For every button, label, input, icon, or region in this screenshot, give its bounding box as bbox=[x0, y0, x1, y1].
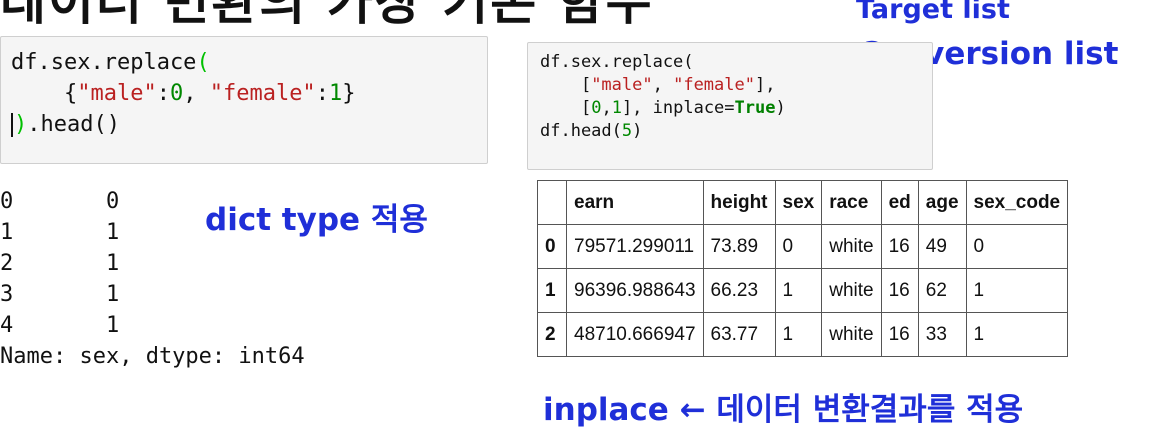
column-header: height bbox=[702, 180, 776, 225]
dict-type-label: dict type 적용 bbox=[205, 202, 428, 238]
table-cell: 73.89 bbox=[702, 224, 776, 269]
table-cell: white bbox=[821, 268, 882, 313]
column-header: ed bbox=[880, 180, 919, 225]
series-row: 21 bbox=[0, 248, 305, 279]
series-index: 3 bbox=[0, 282, 14, 307]
code-cell-right[interactable]: df.sex.replace( ["male", "female"], [0,1… bbox=[527, 42, 933, 170]
column-header: sex bbox=[774, 180, 823, 225]
table-cell: 0 bbox=[774, 224, 823, 269]
series-value: 1 bbox=[106, 313, 120, 338]
table-cell: 96396.988643 bbox=[566, 268, 704, 313]
table-row: 1 96396.988643 66.23 1 white 16 62 1 bbox=[537, 268, 1069, 313]
table-cell: 1 bbox=[965, 268, 1069, 313]
series-index: 0 bbox=[0, 189, 14, 214]
table-cell: 16 bbox=[880, 312, 919, 357]
row-index: 1 bbox=[537, 268, 567, 313]
table-header-row: earn height sex race ed age sex_code bbox=[537, 180, 1069, 225]
code-line-r4: df.head(5) bbox=[540, 121, 643, 141]
series-index: 1 bbox=[0, 220, 14, 245]
column-header: earn bbox=[566, 180, 704, 225]
series-row: 31 bbox=[0, 279, 305, 310]
series-value: 1 bbox=[106, 282, 120, 307]
table-row: 2 48710.666947 63.77 1 white 16 33 1 bbox=[537, 312, 1069, 357]
table-cell: 16 bbox=[880, 268, 919, 313]
series-value: 1 bbox=[106, 251, 120, 276]
series-value: 1 bbox=[106, 220, 120, 245]
code-line-r1: df.sex.replace( bbox=[540, 52, 694, 72]
table-cell: 1 bbox=[774, 312, 823, 357]
series-index: 4 bbox=[0, 313, 14, 338]
code-cell-left[interactable]: df.sex.replace( {"male":0, "female":1} )… bbox=[0, 36, 488, 164]
table-cell: 63.77 bbox=[702, 312, 776, 357]
column-header bbox=[537, 180, 567, 225]
text-cursor bbox=[11, 113, 13, 137]
code-line-3: ).head() bbox=[11, 112, 120, 137]
column-header: age bbox=[917, 180, 967, 225]
table-cell: 1 bbox=[774, 268, 823, 313]
table-cell: 33 bbox=[917, 312, 967, 357]
slide-title: 데이터 변환의 가장 기본 함수 bbox=[0, 0, 654, 31]
inplace-note: inplace ← 데이터 변환결과를 적용 bbox=[543, 392, 1024, 428]
table-row: 0 79571.299011 73.89 0 white 16 49 0 bbox=[537, 224, 1069, 269]
table-cell: 16 bbox=[880, 224, 919, 269]
column-header: sex_code bbox=[965, 180, 1069, 225]
table-cell: 1 bbox=[965, 312, 1069, 357]
column-header: race bbox=[821, 180, 882, 225]
table-cell: 62 bbox=[917, 268, 967, 313]
table-cell: 66.23 bbox=[702, 268, 776, 313]
table-cell: white bbox=[821, 224, 882, 269]
series-row: 41 bbox=[0, 310, 305, 341]
table-cell: white bbox=[821, 312, 882, 357]
series-value: 0 bbox=[106, 189, 120, 214]
code-line-r2: ["male", "female"], bbox=[540, 75, 776, 95]
series-index: 2 bbox=[0, 251, 14, 276]
series-footer: Name: sex, dtype: int64 bbox=[0, 344, 305, 369]
table-cell: 49 bbox=[917, 224, 967, 269]
code-line-2: {"male":0, "female":1} bbox=[63, 81, 356, 106]
table-cell: 48710.666947 bbox=[566, 312, 704, 357]
code-line-1: df.sex.replace( bbox=[11, 50, 210, 75]
target-list-label: Target list bbox=[856, 0, 1010, 25]
table-cell: 79571.299011 bbox=[566, 224, 704, 269]
row-index: 0 bbox=[537, 224, 567, 269]
table-cell: 0 bbox=[965, 224, 1069, 269]
code-line-r3: [0,1], inplace=True) bbox=[540, 98, 786, 118]
row-index: 2 bbox=[537, 312, 567, 357]
dataframe-table: earn height sex race ed age sex_code 0 79571.29… bbox=[537, 180, 1069, 357]
